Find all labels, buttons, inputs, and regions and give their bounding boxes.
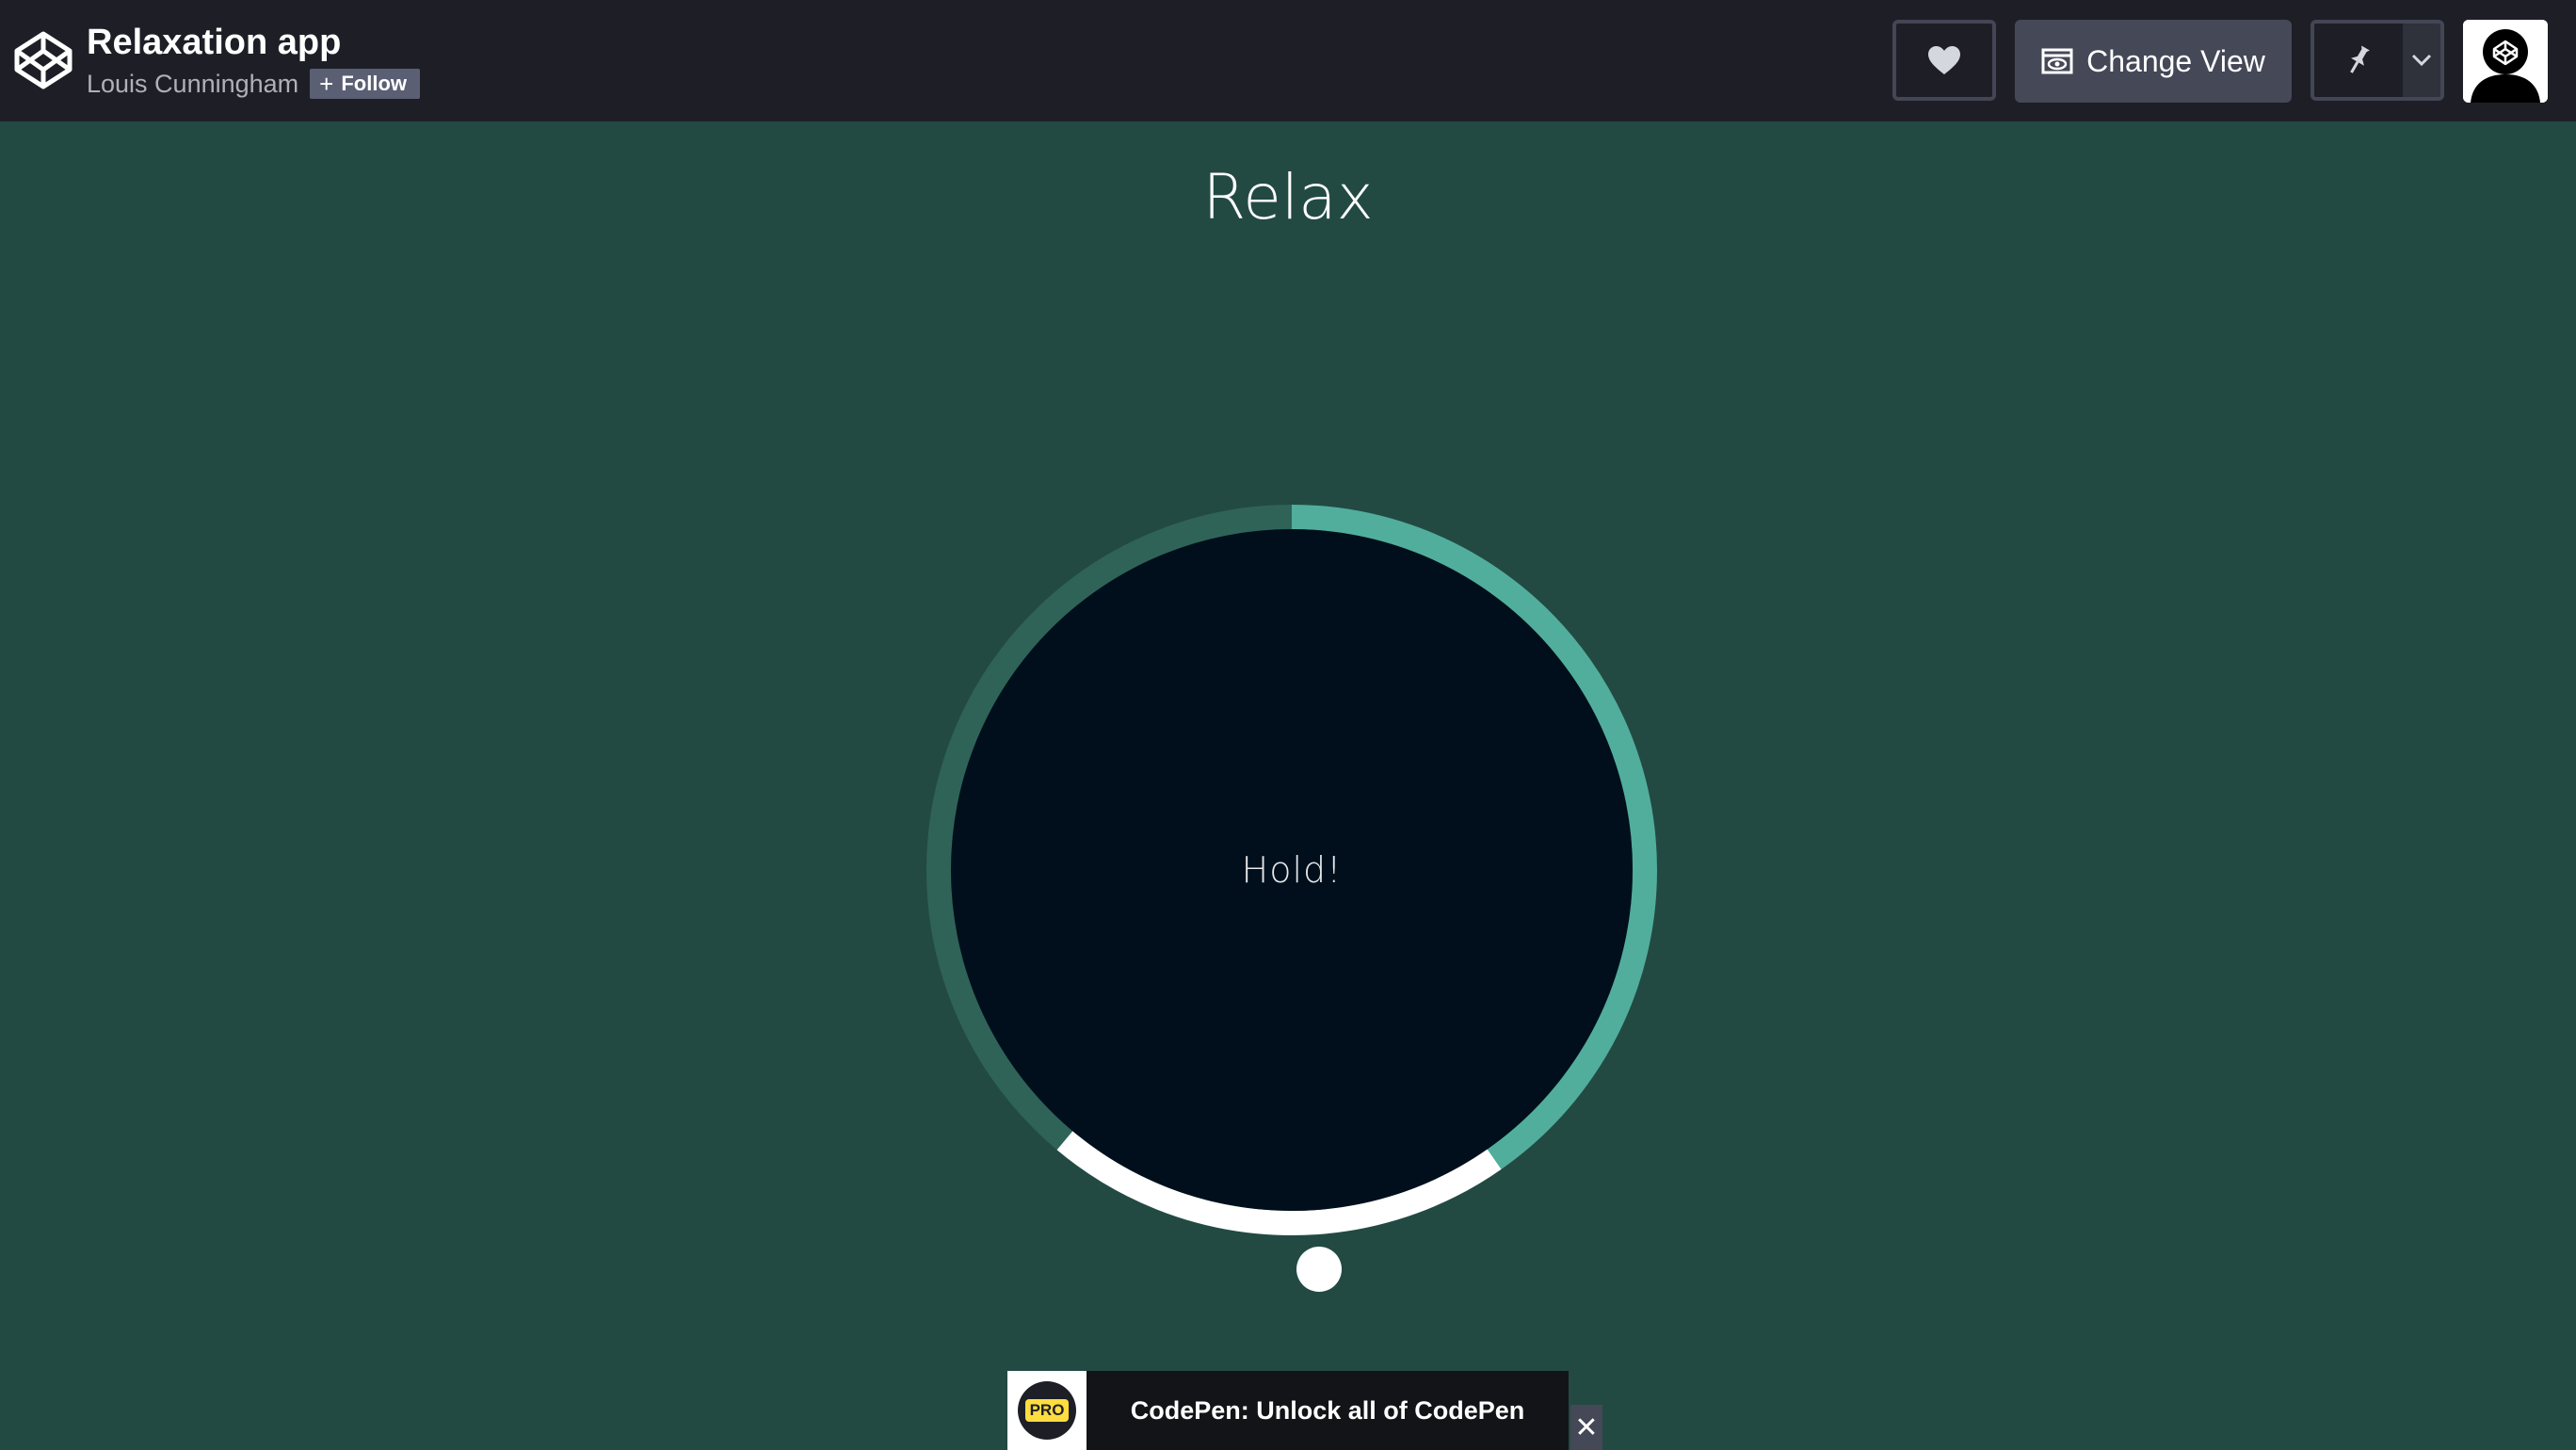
pro-promo-banner[interactable]: PRO CodePen: Unlock all of CodePen: [1007, 1371, 1569, 1450]
pin-button-group: [2310, 20, 2444, 101]
user-avatar-icon: [2463, 20, 2548, 103]
progress-pointer-dot: [1296, 1247, 1342, 1292]
follow-label: Follow: [341, 72, 407, 95]
pro-promo-text: CodePen: Unlock all of CodePen: [1130, 1395, 1525, 1425]
author-name[interactable]: Louis Cunningham: [87, 68, 298, 100]
pro-badge-box: PRO: [1007, 1371, 1087, 1450]
breath-ring: [926, 505, 1657, 1235]
follow-button[interactable]: + Follow: [310, 69, 420, 99]
author-row: Louis Cunningham + Follow: [87, 68, 420, 100]
breathing-widget: Hold!: [920, 498, 1664, 1242]
page-title: Relax: [1202, 161, 1374, 234]
promo-close-button[interactable]: ✕: [1570, 1405, 1602, 1450]
pin-icon: [2350, 45, 2370, 73]
chevron-down-icon: [2411, 54, 2432, 67]
codepen-logo-icon[interactable]: [11, 28, 75, 92]
window-eye-icon: [2041, 48, 2073, 74]
pro-badge-icon: PRO: [1018, 1381, 1076, 1440]
pin-menu-toggle[interactable]: [2403, 24, 2440, 97]
pro-badge-label: PRO: [1024, 1399, 1070, 1422]
heart-icon: [1928, 46, 1960, 74]
pen-header: Relaxation app Louis Cunningham + Follow…: [0, 0, 2576, 121]
plus-icon: +: [319, 69, 334, 98]
pin-button[interactable]: [2314, 24, 2403, 97]
close-icon: ✕: [1574, 1411, 1599, 1443]
pen-title[interactable]: Relaxation app: [87, 19, 420, 66]
user-avatar[interactable]: [2463, 20, 2548, 103]
breath-core-circle: [951, 529, 1633, 1211]
change-view-label: Change View: [2086, 43, 2265, 78]
pen-title-block: Relaxation app Louis Cunningham + Follow: [87, 19, 420, 100]
change-view-button[interactable]: Change View: [2015, 20, 2292, 103]
heart-button[interactable]: [1892, 20, 1996, 101]
